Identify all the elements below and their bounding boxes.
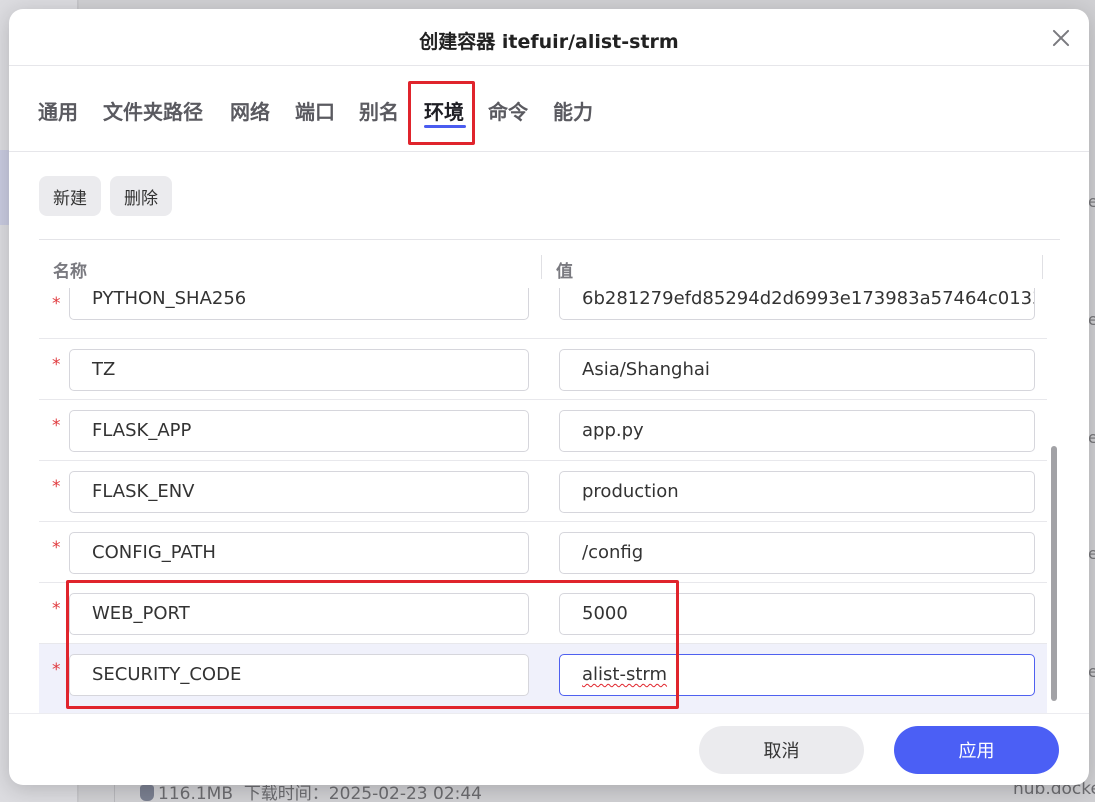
tab-general[interactable]: 通用 [38, 96, 78, 125]
table-top-border [39, 239, 1060, 240]
tab-aliases[interactable]: 别名 [359, 96, 399, 125]
env-name-input[interactable]: PYTHON_SHA256 [69, 288, 529, 320]
tab-bar: 通用 文件夹路径 网络 端口 别名 环境 命令 能力 [9, 66, 1089, 152]
env-name-input[interactable]: FLASK_ENV [69, 471, 529, 513]
env-name-input[interactable]: FLASK_APP [69, 410, 529, 452]
required-mark: * [52, 660, 61, 680]
column-header-value: 值 [556, 262, 573, 282]
highlight-box-rows [66, 580, 679, 709]
background-text-fragment: e [1088, 310, 1095, 329]
delete-button[interactable]: 删除 [110, 176, 172, 216]
env-name-input[interactable]: CONFIG_PATH [69, 532, 529, 574]
apply-button[interactable]: 应用 [894, 726, 1059, 774]
table-row: * TZ Asia/Shanghai [39, 339, 1047, 400]
tab-ports[interactable]: 端口 [295, 96, 335, 125]
database-icon [140, 785, 154, 801]
image-size: 116.1MB [158, 784, 233, 802]
required-mark: * [52, 538, 61, 558]
scrollbar-thumb[interactable] [1051, 446, 1057, 701]
new-button[interactable]: 新建 [39, 176, 101, 216]
table-row: * FLASK_APP app.py [39, 400, 1047, 461]
column-header-name: 名称 [53, 262, 87, 282]
close-icon[interactable] [1049, 26, 1073, 50]
tab-capabilities[interactable]: 能力 [553, 96, 593, 125]
background-text-fragment: e [1088, 192, 1095, 211]
required-mark: * [52, 294, 61, 314]
tab-network[interactable]: 网络 [230, 96, 270, 125]
column-separator[interactable] [1042, 255, 1043, 279]
dialog-header: 创建容器 itefuir/alist-strm [9, 9, 1089, 66]
background-text-fragment: e [1088, 662, 1095, 681]
required-mark: * [52, 477, 61, 497]
tab-folder-paths[interactable]: 文件夹路径 [103, 96, 203, 125]
table-row: * FLASK_ENV production [39, 461, 1047, 522]
env-value-input[interactable]: 6b281279efd85294d2d6993e173983a57464c013… [559, 288, 1035, 320]
download-time: 下载时间：2025-02-23 02:44 [243, 784, 483, 802]
tab-command[interactable]: 命令 [488, 96, 528, 125]
background-text-fragment: e [1088, 428, 1095, 447]
highlight-box-tab [408, 81, 475, 145]
create-container-dialog: 创建容器 itefuir/alist-strm 通用 文件夹路径 网络 端口 别… [9, 9, 1089, 785]
dialog-title: 创建容器 itefuir/alist-strm [419, 31, 679, 53]
table-row: * PYTHON_SHA256 6b281279efd85294d2d6993e… [39, 288, 1047, 339]
scrollbar[interactable] [1047, 288, 1060, 714]
required-mark: * [52, 599, 61, 619]
background-text-fragment: e [1088, 544, 1095, 563]
env-value-input[interactable]: production [559, 471, 1035, 513]
env-value-input[interactable]: Asia/Shanghai [559, 349, 1035, 391]
env-value-input[interactable]: app.py [559, 410, 1035, 452]
table-row: * CONFIG_PATH /config [39, 522, 1047, 583]
cancel-button[interactable]: 取消 [699, 726, 864, 774]
column-separator[interactable] [541, 255, 542, 279]
env-value-input[interactable]: /config [559, 532, 1035, 574]
env-name-input[interactable]: TZ [69, 349, 529, 391]
required-mark: * [52, 355, 61, 375]
required-mark: * [52, 416, 61, 436]
